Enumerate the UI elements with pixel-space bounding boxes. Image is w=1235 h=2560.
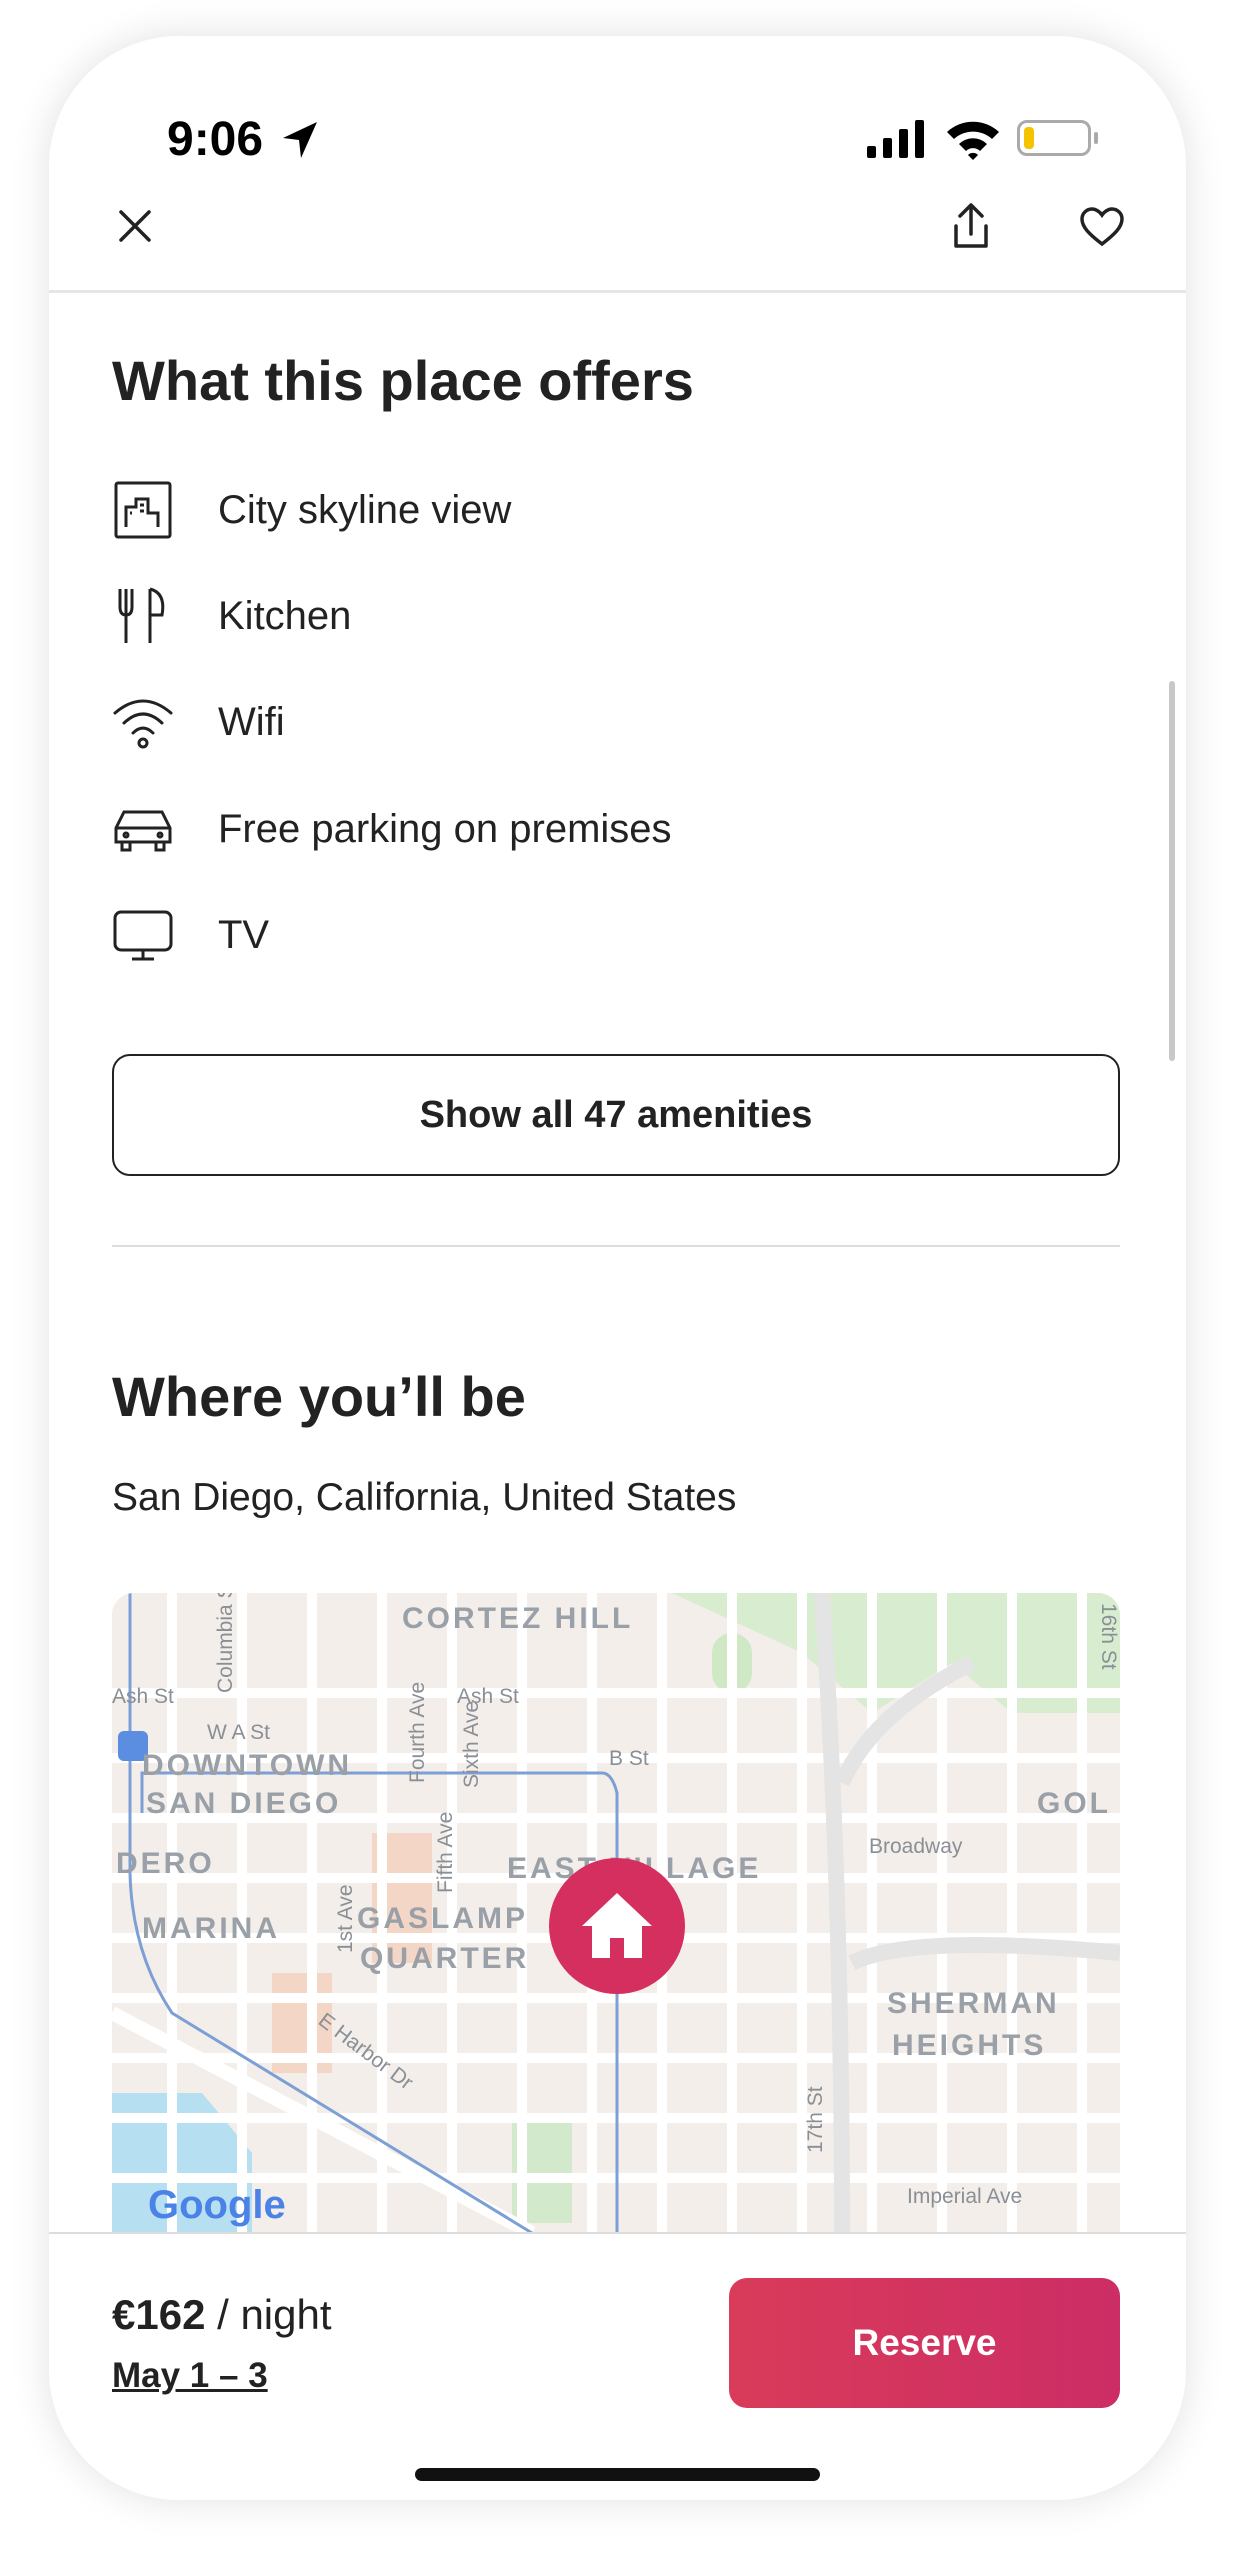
share-icon[interactable] — [951, 202, 991, 250]
amenity-item: TV — [112, 900, 269, 970]
map-canvas[interactable]: CORTEZ HILL DOWNTOWN SAN DIEGO DERO MARI… — [112, 1593, 1120, 2233]
street-label: 1st Ave — [334, 1885, 357, 1954]
map-label: SAN DIEGO — [146, 1787, 341, 1820]
reserve-button[interactable]: Reserve — [729, 2278, 1120, 2408]
street-label: Broadway — [869, 1835, 963, 1858]
price-unit: / night — [205, 2291, 332, 2338]
show-all-amenities-button[interactable]: Show all 47 amenities — [112, 1054, 1120, 1176]
dates-link[interactable]: May 1 – 3 — [112, 2356, 268, 2396]
street-label: B St — [609, 1747, 649, 1770]
street-label: Fourth Ave — [406, 1682, 429, 1783]
amenity-item: Free parking on premises — [112, 794, 672, 864]
map-label: GOL — [1037, 1787, 1111, 1820]
home-indicator — [415, 2468, 820, 2481]
amenity-item: Kitchen — [112, 581, 351, 651]
home-pin[interactable] — [549, 1858, 685, 1994]
street-label: Imperial Ave — [907, 2185, 1022, 2208]
street-label: Fifth Ave — [434, 1812, 457, 1893]
amenity-label: TV — [218, 912, 270, 957]
map-label: QUARTER — [360, 1942, 529, 1975]
map-label: MARINA — [142, 1912, 280, 1945]
city-view-icon — [114, 481, 172, 539]
amenities-title: What this place offers — [112, 349, 694, 412]
map-label: DOWNTOWN — [142, 1749, 352, 1782]
amenity-label: City skyline view — [218, 487, 512, 532]
car-icon — [114, 810, 172, 852]
map-label: HEIGHTS — [892, 2029, 1046, 2062]
location-title: Where you’ll be — [112, 1365, 526, 1428]
amenity-label: Free parking on premises — [218, 806, 672, 851]
amenity-label: Wifi — [218, 699, 285, 744]
tv-icon — [113, 910, 173, 961]
section-divider — [112, 1245, 1120, 1247]
map[interactable]: CORTEZ HILL DOWNTOWN SAN DIEGO DERO MARI… — [112, 1593, 1120, 2233]
scrollbar[interactable] — [1169, 681, 1175, 1061]
map-label: GASLAMP — [357, 1902, 528, 1935]
map-label: SHERMAN — [887, 1987, 1060, 2020]
map-label: CORTEZ HILL — [402, 1602, 633, 1635]
phone-screen: 9:06 What this place offers City skyline… — [49, 36, 1186, 2500]
street-label: 16th St — [1097, 1603, 1120, 1670]
location-address: San Diego, California, United States — [112, 1476, 737, 1519]
price-amount: €162 — [112, 2291, 206, 2338]
heart-icon[interactable] — [1079, 206, 1125, 248]
status-time: 9:06 — [167, 113, 264, 166]
amenity-label: Kitchen — [218, 593, 352, 638]
close-icon[interactable] — [115, 206, 155, 246]
wifi-icon — [947, 121, 999, 160]
map-label: DERO — [116, 1847, 215, 1880]
price: €162 / night — [112, 2291, 332, 2339]
location-arrow-icon — [283, 122, 317, 158]
amenity-item: Wifi — [112, 687, 285, 757]
street-label: Columbia St — [214, 1593, 237, 1693]
battery-cap — [1094, 132, 1098, 144]
wifi-icon — [113, 699, 173, 749]
battery-icon — [1017, 120, 1091, 156]
street-label: Sixth Ave — [460, 1701, 483, 1788]
street-label: 17th St — [804, 2086, 827, 2153]
amenity-item: City skyline view — [112, 475, 511, 545]
google-logo: Google — [148, 2183, 286, 2227]
kitchen-icon — [118, 587, 165, 643]
header-divider — [49, 290, 1186, 293]
footer-divider — [49, 2232, 1186, 2234]
signal-icon — [867, 120, 924, 158]
street-label: Ash St — [112, 1685, 174, 1708]
street-label: W A St — [207, 1721, 270, 1744]
